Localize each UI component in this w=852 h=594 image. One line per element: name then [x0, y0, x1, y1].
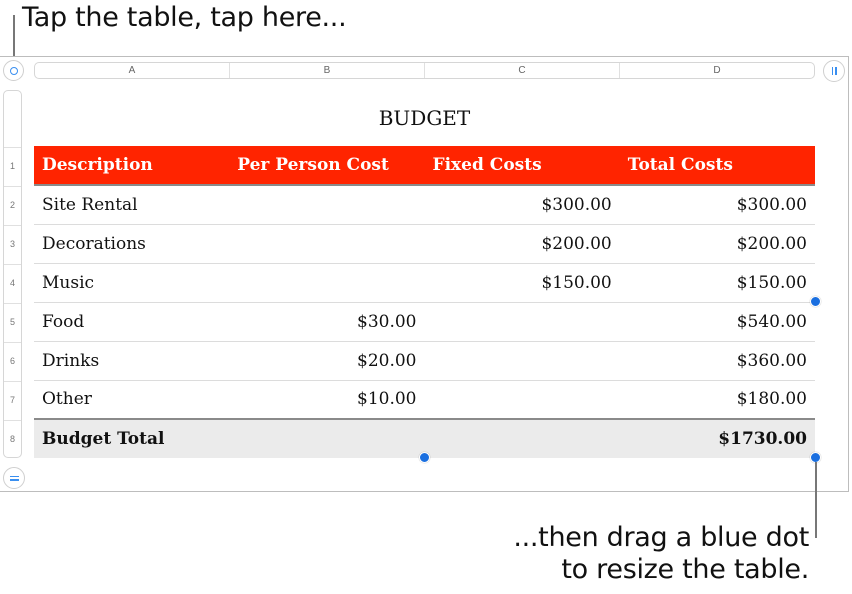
row-header-3[interactable]: 3	[4, 225, 21, 264]
table-cell[interactable]: $200.00	[424, 224, 620, 264]
table-cell[interactable]: $200.00	[619, 224, 815, 264]
footer-cell[interactable]	[229, 418, 425, 458]
header-cell[interactable]: Total Costs	[619, 146, 815, 186]
add-row-button[interactable]	[3, 467, 25, 489]
table-cell[interactable]: Food	[34, 302, 230, 342]
table-title[interactable]: BUDGET	[34, 106, 815, 130]
table-cell[interactable]: $150.00	[424, 263, 620, 303]
row-handle-icon	[9, 479, 19, 481]
column-header-b[interactable]: B	[230, 63, 425, 78]
callout-leader-line-top	[13, 15, 15, 61]
row-handle-icon	[9, 475, 19, 477]
callout-bottom-line-1: ...then drag a blue dot	[513, 522, 809, 553]
row-header-7[interactable]: 7	[4, 381, 21, 420]
footer-cell[interactable]: $1730.00	[619, 418, 815, 458]
table-cell[interactable]: $300.00	[619, 185, 815, 225]
table-row: Food $30.00 $540.00	[34, 302, 815, 342]
table-cell[interactable]	[424, 380, 620, 420]
table-cell[interactable]: $540.00	[619, 302, 815, 342]
row-header-2[interactable]: 2	[4, 186, 21, 225]
header-cell[interactable]: Per Person Cost	[229, 146, 425, 186]
table-cell[interactable]	[424, 341, 620, 381]
table-cell[interactable]: Other	[34, 380, 230, 420]
table-row: Music $150.00 $150.00	[34, 263, 815, 303]
row-header-6[interactable]: 6	[4, 342, 21, 381]
table-cell[interactable]	[229, 224, 425, 264]
table-row: Drinks $20.00 $360.00	[34, 341, 815, 381]
table-cell[interactable]	[229, 185, 425, 225]
table-cell[interactable]: Site Rental	[34, 185, 230, 225]
header-cell[interactable]: Description	[34, 146, 230, 186]
callout-leader-line-bottom	[815, 462, 817, 538]
resize-handle-right[interactable]	[810, 296, 821, 307]
budget-table[interactable]: Description Per Person Cost Fixed Costs …	[34, 146, 815, 458]
circle-select-icon	[9, 66, 18, 75]
table-row: Other $10.00 $180.00	[34, 380, 815, 420]
table-cell[interactable]: Drinks	[34, 341, 230, 381]
add-column-button[interactable]	[823, 60, 845, 82]
table-cell[interactable]: Music	[34, 263, 230, 303]
column-header-a[interactable]: A	[35, 63, 230, 78]
table-cell[interactable]: $300.00	[424, 185, 620, 225]
row-header-8[interactable]: 8	[4, 420, 21, 458]
callout-top-text: Tap the table, tap here...	[22, 2, 347, 33]
column-header-c[interactable]: C	[425, 63, 620, 78]
table-cell[interactable]	[424, 302, 620, 342]
callout-bottom-text: ...then drag a blue dot to resize the ta…	[513, 522, 809, 586]
footer-cell[interactable]: Budget Total	[34, 418, 230, 458]
table-cell[interactable]: Decorations	[34, 224, 230, 264]
table-cell[interactable]: $360.00	[619, 341, 815, 381]
table-cell[interactable]: $30.00	[229, 302, 425, 342]
column-handle-icon	[835, 67, 837, 75]
callout-bottom-line-2: to resize the table.	[561, 554, 809, 585]
table-header-row: Description Per Person Cost Fixed Costs …	[34, 146, 815, 186]
row-header-1[interactable]: 1	[4, 147, 21, 186]
column-header-bar: A B C D	[34, 62, 815, 79]
column-handle-icon	[831, 67, 833, 75]
table-cell[interactable]: $20.00	[229, 341, 425, 381]
table-row: Site Rental $300.00 $300.00	[34, 185, 815, 225]
table-cell[interactable]: $10.00	[229, 380, 425, 420]
select-table-button[interactable]	[3, 60, 24, 81]
table-cell[interactable]	[229, 263, 425, 303]
row-header-4[interactable]: 4	[4, 264, 21, 303]
header-cell[interactable]: Fixed Costs	[424, 146, 620, 186]
table-row: Decorations $200.00 $200.00	[34, 224, 815, 264]
footer-cell[interactable]	[424, 418, 620, 458]
resize-handle-bottom[interactable]	[419, 452, 430, 463]
table-cell[interactable]: $150.00	[619, 263, 815, 303]
table-cell[interactable]: $180.00	[619, 380, 815, 420]
column-header-d[interactable]: D	[620, 63, 814, 78]
row-header-bar: 1 2 3 4 5 6 7 8	[3, 90, 22, 458]
row-header-5[interactable]: 5	[4, 303, 21, 342]
